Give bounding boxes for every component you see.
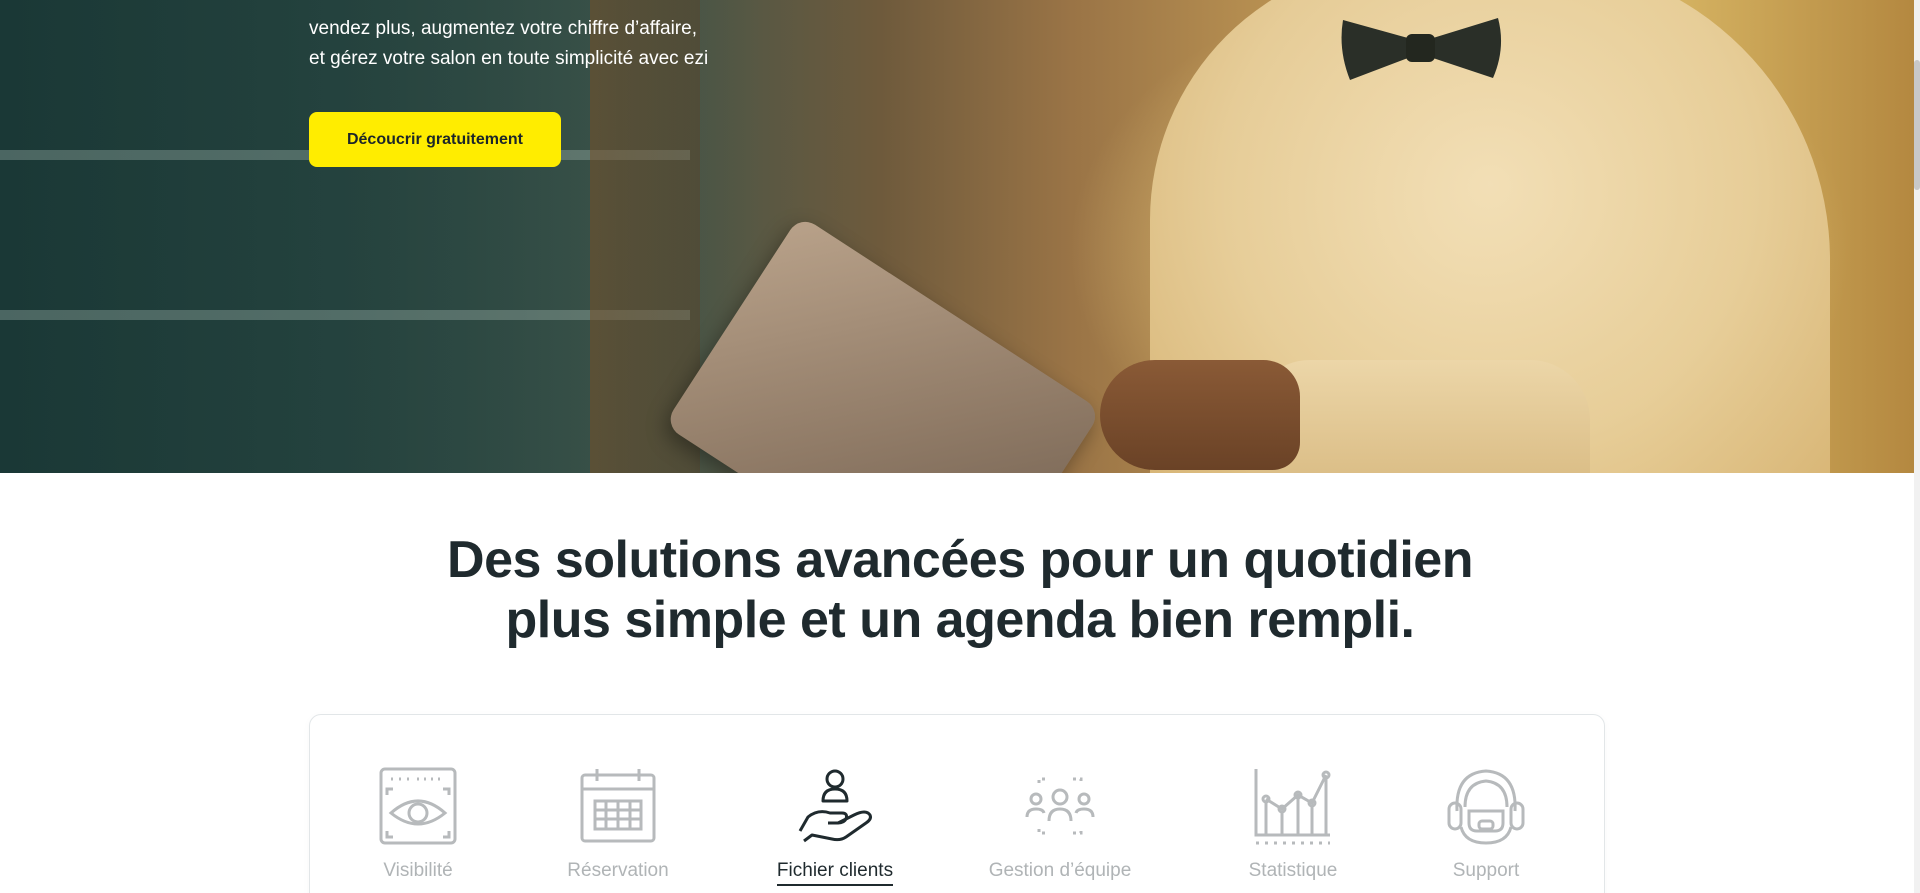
section-title: Des solutions avancées pour un quotidien… bbox=[0, 530, 1920, 650]
tab-reservation[interactable]: Réservation bbox=[550, 715, 686, 893]
hero-description-line: et gérez votre salon en toute simplicité… bbox=[309, 48, 709, 69]
section-title-line: plus simple et un agenda bien rempli. bbox=[505, 591, 1415, 649]
discover-free-button[interactable]: Découcrir gratuitement bbox=[309, 112, 561, 167]
hero-shelf bbox=[0, 310, 690, 320]
tab-label: Visibilité bbox=[383, 860, 453, 881]
features-tabs: Visibilité Réservation Fichier clients G… bbox=[309, 714, 1605, 893]
tab-visibilite[interactable]: Visibilité bbox=[350, 715, 486, 893]
bowtie-image bbox=[1341, 18, 1502, 80]
scrollbar-thumb[interactable] bbox=[1914, 60, 1920, 190]
page: vendez plus, augmentez votre chiffre d’a… bbox=[0, 0, 1920, 893]
hero-description-line: vendez plus, augmentez votre chiffre d’a… bbox=[309, 18, 697, 39]
scrollbar[interactable] bbox=[1914, 0, 1920, 893]
tab-label: Fichier clients bbox=[776, 860, 894, 886]
hero-sleeve bbox=[1250, 360, 1590, 473]
hero-hand bbox=[1100, 360, 1300, 470]
tab-label: Gestion d’équipe bbox=[988, 860, 1132, 881]
headset-icon bbox=[1443, 763, 1529, 849]
tab-label: Statistique bbox=[1248, 860, 1338, 881]
tab-label: Support bbox=[1452, 860, 1520, 881]
tab-gestion-equipe[interactable]: Gestion d’équipe bbox=[980, 715, 1140, 893]
tab-statistique[interactable]: Statistique bbox=[1225, 715, 1361, 893]
chart-icon bbox=[1250, 763, 1336, 849]
eye-window-icon bbox=[375, 763, 461, 849]
client-hand-icon bbox=[792, 763, 878, 849]
hero-description: vendez plus, augmentez votre chiffre d’a… bbox=[309, 14, 829, 74]
section-title-line: Des solutions avancées pour un quotidien bbox=[447, 531, 1473, 589]
team-icon bbox=[1017, 763, 1103, 849]
tab-fichier-clients[interactable]: Fichier clients bbox=[760, 715, 910, 893]
tab-support[interactable]: Support bbox=[1418, 715, 1554, 893]
hero-banner: vendez plus, augmentez votre chiffre d’a… bbox=[0, 0, 1914, 473]
calendar-icon bbox=[575, 763, 661, 849]
tab-label: Réservation bbox=[567, 860, 669, 881]
